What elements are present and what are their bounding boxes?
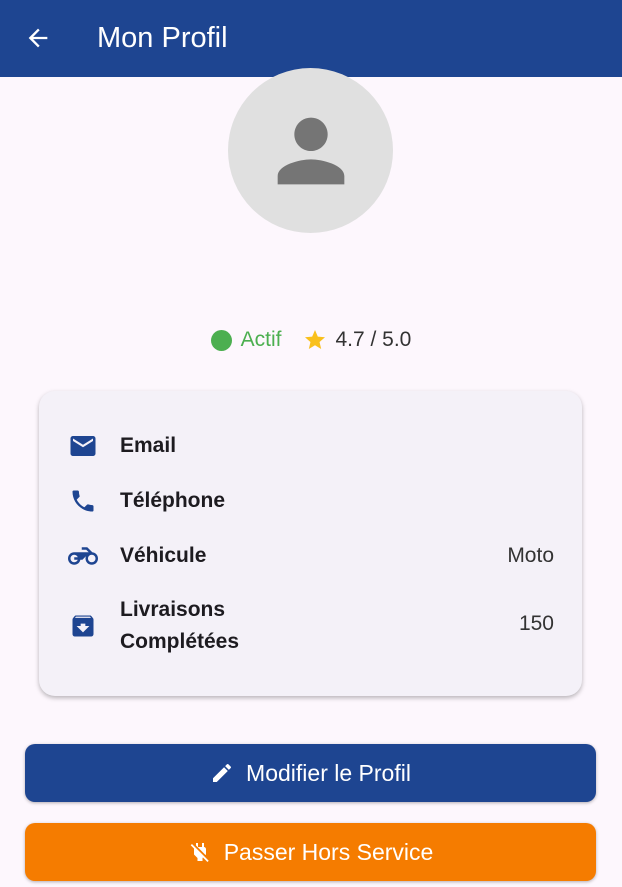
info-row-email: Email [39,430,582,462]
edit-profile-label: Modifier le Profil [246,759,411,786]
email-icon [67,430,99,462]
info-label-phone: Téléphone [120,489,226,512]
status-indicator-dot [210,329,232,351]
status-label: Actif [240,328,282,351]
star-icon [305,330,326,349]
rating: 4.7 / 5.0 [303,328,411,352]
off-duty-label: Passer Hors Service [223,838,434,865]
profile-info-card: Email Téléphone Véhicule Moto Livraisons… [39,391,582,696]
status-row: Actif 4.7 / 5.0 [0,324,622,356]
info-row-vehicle: Véhicule Moto [39,540,582,572]
info-row-deliveries: Livraisons Complétées 150 [39,594,582,658]
avatar [228,68,393,233]
info-label-deliveries-line2: Complétées [120,630,240,653]
app-bar: Mon Profil [0,0,622,77]
motorcycle-icon [67,540,99,572]
back-button[interactable] [20,20,56,56]
phone-icon [67,485,99,517]
off-duty-button[interactable]: Passer Hors Service [25,823,596,881]
page-title: Mon Profil [97,22,228,54]
edit-profile-button[interactable]: Modifier le Profil [25,744,596,802]
info-label-deliveries-line1: Livraisons [120,598,226,621]
edit-icon [213,763,232,782]
info-value-vehicle: Moto [507,544,554,567]
info-row-phone: Téléphone [39,485,582,517]
person-icon [277,117,344,184]
delivery-box-icon [67,610,99,642]
info-label-email: Email [120,434,177,457]
power-off-icon [190,843,209,862]
info-value-deliveries: 150 [518,612,554,635]
arrow-back-icon [28,28,48,48]
rating-value: 4.7 / 5.0 [335,328,412,351]
info-label-vehicle: Véhicule [120,544,207,567]
